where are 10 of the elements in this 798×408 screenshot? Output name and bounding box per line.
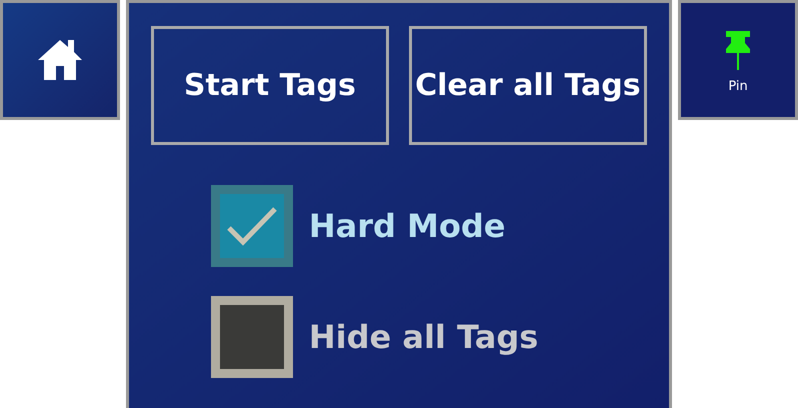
checkbox[interactable] bbox=[210, 185, 293, 267]
pushpin-icon bbox=[725, 31, 752, 72]
checkbox[interactable] bbox=[210, 296, 293, 378]
option-label: Hide all Tags bbox=[308, 317, 538, 358]
action-button[interactable]: Clear all Tags bbox=[408, 26, 647, 145]
checkmark-icon bbox=[226, 206, 278, 246]
action-button[interactable]: Start Tags bbox=[150, 26, 389, 145]
home-button[interactable] bbox=[0, 0, 120, 120]
option-label: Hard Mode bbox=[308, 206, 506, 247]
pin-button[interactable]: Pin bbox=[678, 0, 798, 120]
